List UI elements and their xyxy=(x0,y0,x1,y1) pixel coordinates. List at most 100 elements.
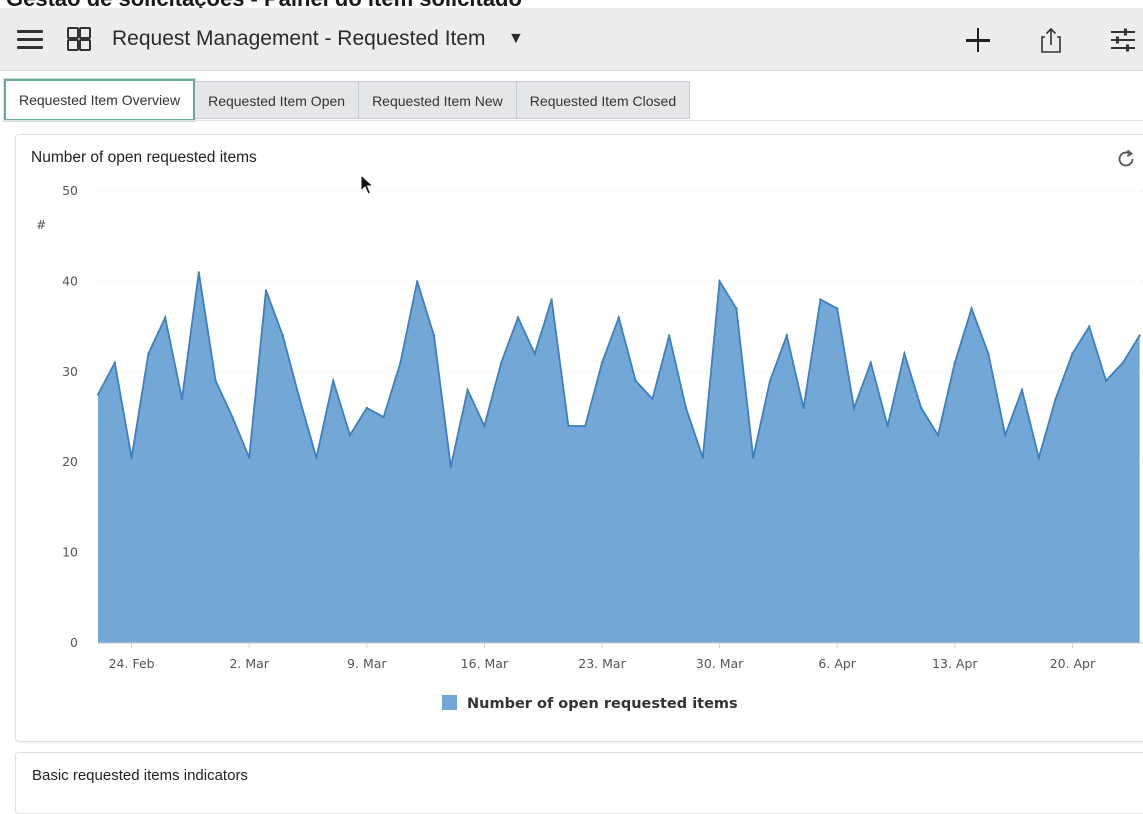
data-point xyxy=(936,433,940,437)
hamburger-icon[interactable] xyxy=(17,30,43,50)
data-point xyxy=(248,456,251,459)
data-point xyxy=(197,271,200,274)
data-point xyxy=(382,415,385,419)
data-point xyxy=(836,307,839,310)
data-point xyxy=(1004,433,1007,437)
data-point xyxy=(1138,334,1141,337)
data-point xyxy=(970,307,973,310)
y-tick-label: 20 xyxy=(62,454,78,469)
y-tick-label: 0 xyxy=(70,635,78,650)
data-point xyxy=(180,397,184,401)
data-point xyxy=(500,361,503,364)
share-icon[interactable] xyxy=(1033,22,1069,58)
data-point xyxy=(550,298,553,301)
title-dropdown-icon[interactable]: ▼ xyxy=(508,30,524,48)
data-point xyxy=(785,334,788,337)
x-tick-label: 16. Mar xyxy=(461,656,509,671)
page-title: Request Management - Requested Item xyxy=(112,27,486,50)
indicators-panel: Basic requested items indicators xyxy=(15,752,1143,814)
data-point xyxy=(533,352,536,355)
data-point xyxy=(113,361,117,364)
data-point xyxy=(164,316,167,319)
data-point xyxy=(819,298,822,301)
data-point xyxy=(617,316,620,319)
data-point xyxy=(516,316,520,319)
data-point xyxy=(315,456,318,459)
data-point xyxy=(416,280,419,283)
data-point xyxy=(483,424,486,428)
data-point xyxy=(567,424,570,428)
data-point xyxy=(332,379,335,382)
data-point xyxy=(903,352,906,355)
data-point xyxy=(264,289,268,292)
data-point xyxy=(1088,325,1091,328)
data-point xyxy=(399,361,402,364)
tab-divider xyxy=(4,120,1143,121)
x-tick-label: 24. Feb xyxy=(109,656,155,671)
x-tick-label: 2. Mar xyxy=(229,656,269,671)
data-point xyxy=(466,388,469,392)
data-point xyxy=(768,379,772,382)
data-point xyxy=(701,456,704,459)
legend-label: Number of open requested items xyxy=(467,696,738,712)
data-point xyxy=(752,456,755,459)
data-point xyxy=(281,334,284,337)
legend-swatch xyxy=(442,695,457,710)
data-point xyxy=(953,361,956,364)
x-tick-label: 9. Mar xyxy=(347,656,387,671)
data-point xyxy=(651,397,654,401)
x-tick-label: 23. Mar xyxy=(578,656,626,671)
x-tick-label: 13. Apr xyxy=(932,656,978,671)
data-point xyxy=(869,361,872,364)
y-tick-label: 30 xyxy=(62,364,78,379)
area-fill xyxy=(98,272,1140,643)
y-tick-label: 50 xyxy=(62,183,78,198)
dashboard-tabs: Requested Item Overview Requested Item O… xyxy=(4,79,691,121)
data-point xyxy=(1104,379,1108,382)
tab-requested-item-overview[interactable]: Requested Item Overview xyxy=(4,79,196,121)
grid-icon[interactable] xyxy=(67,27,91,51)
data-point xyxy=(584,424,587,428)
data-point xyxy=(684,406,688,410)
data-point xyxy=(668,334,671,337)
tab-requested-item-closed[interactable]: Requested Item Closed xyxy=(516,81,691,119)
tab-requested-item-open[interactable]: Requested Item Open xyxy=(195,81,360,119)
data-point xyxy=(298,397,301,401)
data-point xyxy=(449,465,452,468)
y-axis-label: # xyxy=(36,217,46,232)
y-tick-label: 40 xyxy=(62,273,78,288)
data-point xyxy=(365,406,368,410)
data-point xyxy=(214,379,217,382)
data-point xyxy=(987,352,990,355)
tab-requested-item-new[interactable]: Requested Item New xyxy=(359,81,517,119)
data-point xyxy=(735,307,738,310)
data-point xyxy=(802,406,805,410)
data-point xyxy=(1037,456,1040,459)
mouse-cursor-icon xyxy=(360,173,376,198)
filter-icon[interactable] xyxy=(1105,22,1141,58)
data-point xyxy=(348,433,352,437)
data-point xyxy=(852,406,856,410)
data-point xyxy=(600,361,604,364)
data-point xyxy=(432,334,436,337)
data-point xyxy=(147,352,150,355)
y-tick-label: 10 xyxy=(62,545,78,560)
chart-panel: Number of open requested items 0 10 20 30 40… xyxy=(15,134,1143,742)
data-point xyxy=(96,393,100,396)
app-header: Request Management - Requested Item ▼ xyxy=(0,8,1143,71)
data-point xyxy=(1071,352,1074,355)
data-point xyxy=(718,280,721,283)
data-point xyxy=(634,379,637,382)
data-point xyxy=(1020,388,1024,392)
x-tick-label: 6. Apr xyxy=(818,656,856,671)
plus-icon[interactable] xyxy=(960,22,996,58)
data-point xyxy=(1054,397,1057,401)
indicators-panel-title: Basic requested items indicators xyxy=(32,767,248,784)
data-point xyxy=(231,415,234,419)
x-tick-label: 30. Mar xyxy=(696,656,744,671)
data-point xyxy=(920,406,923,410)
data-point xyxy=(130,456,133,459)
area-chart: 0 10 20 30 40 50 #24. Feb 2. Mar 9. Mar 16. Mar 23… xyxy=(36,183,1143,712)
data-point xyxy=(1121,361,1125,364)
x-tick-label: 20. Apr xyxy=(1050,656,1096,671)
